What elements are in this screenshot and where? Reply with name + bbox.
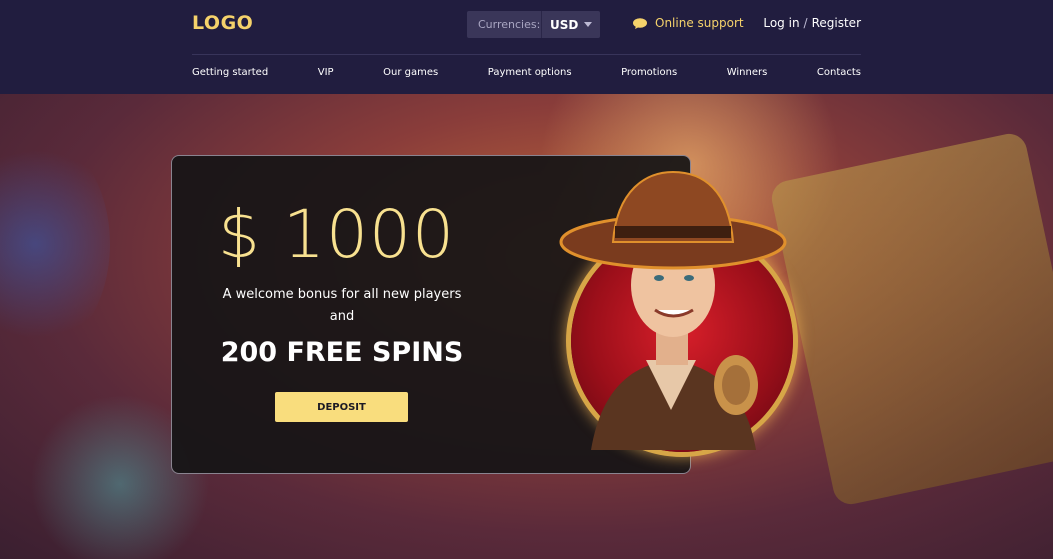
free-spins-text: 200 FREE SPINS [220,337,464,368]
deposit-button[interactable]: DEPOSIT [275,392,408,422]
background-wing-shape [0,134,110,354]
nav-item-vip[interactable]: VIP [318,67,334,78]
auth-links: Log in / Register [763,16,861,30]
welcome-text: A welcome bonus for all new players [222,287,462,302]
chat-bubble-icon [633,17,647,29]
site-header: LOGO Currencies: USD Online support Log … [0,0,1053,94]
explorer-character-illustration [559,170,787,450]
header-container: LOGO Currencies: USD Online support Log … [192,0,861,94]
auth-separator: / [803,16,808,30]
nav-item-our-games[interactable]: Our games [383,67,438,78]
main-nav: Getting started VIP Our games Payment op… [192,67,861,78]
logo[interactable]: LOGO [192,12,253,34]
online-support-link[interactable]: Online support [633,16,744,30]
login-link[interactable]: Log in [763,16,799,30]
nav-item-winners[interactable]: Winners [727,67,768,78]
online-support-label: Online support [655,16,744,30]
currency-label: Currencies: [467,11,542,38]
nav-item-getting-started[interactable]: Getting started [192,67,268,78]
and-text: and [329,309,355,324]
character-medallion [559,170,793,452]
header-divider [192,54,861,55]
background-scarab-shape [768,130,1053,508]
nav-item-promotions[interactable]: Promotions [621,67,677,78]
bonus-amount: $ 1000 [218,196,455,273]
nav-item-contacts[interactable]: Contacts [817,67,861,78]
currency-selector[interactable]: Currencies: USD [467,11,600,38]
currency-value: USD [550,17,579,32]
chevron-down-icon [584,22,593,27]
register-link[interactable]: Register [812,16,861,30]
nav-item-payment-options[interactable]: Payment options [488,67,572,78]
